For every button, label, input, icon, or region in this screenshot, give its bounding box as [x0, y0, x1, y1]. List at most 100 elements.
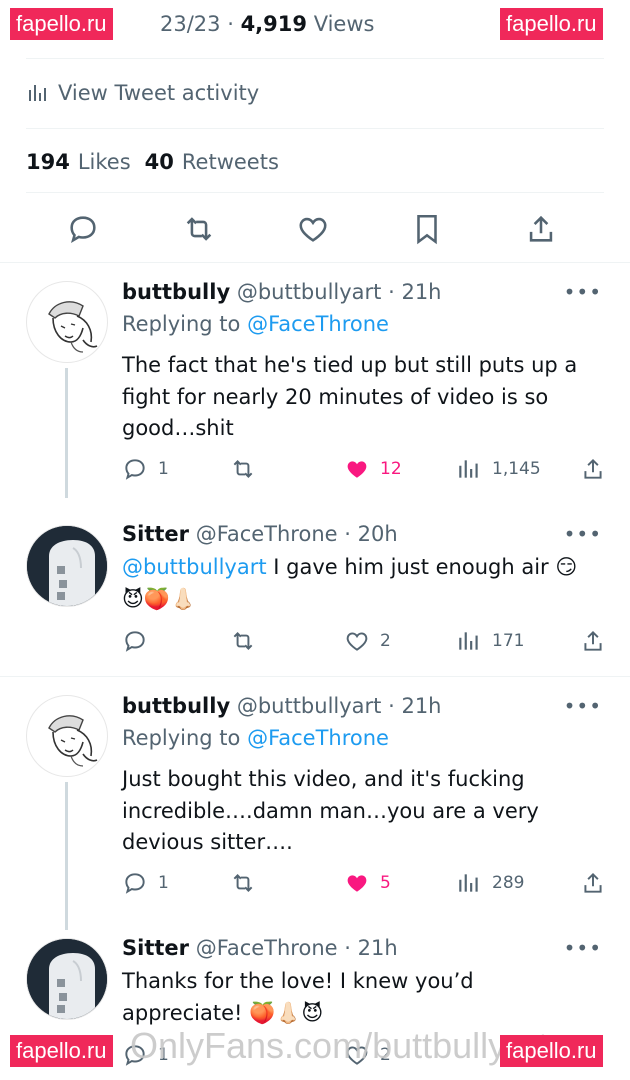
- handle[interactable]: @FaceThrone: [196, 936, 338, 960]
- heart-icon: [346, 632, 368, 651]
- avatar-image: [27, 939, 107, 1019]
- retweet-button[interactable]: [230, 626, 256, 656]
- like-count: 5: [380, 873, 391, 893]
- like-button[interactable]: 5: [344, 868, 391, 898]
- replying-label: Replying to: [122, 726, 241, 750]
- view-activity-label: View Tweet activity: [58, 81, 260, 105]
- timestamp[interactable]: · 21h: [344, 936, 397, 960]
- more-options-icon[interactable]: •••: [564, 522, 602, 546]
- like-button[interactable]: 2: [344, 626, 391, 656]
- watermark-bottom-left: fapello.ru: [10, 1035, 113, 1067]
- reply-button[interactable]: 1: [122, 454, 169, 484]
- analytics-icon: [29, 85, 46, 101]
- share-icon[interactable]: [524, 212, 558, 246]
- thread-connector: [65, 368, 68, 498]
- tweet-actions-bar: [0, 206, 630, 252]
- replying-label: Replying to: [122, 312, 241, 336]
- emoji-line: 😈🍑👃🏻: [122, 586, 197, 611]
- share-icon: [584, 630, 602, 651]
- share-button[interactable]: [580, 868, 606, 898]
- analytics-icon: [459, 874, 478, 892]
- view-tweet-activity-link[interactable]: View Tweet activity: [26, 76, 604, 110]
- share-icon: [584, 872, 602, 893]
- like-button[interactable]: 12: [344, 454, 402, 484]
- share-button[interactable]: [580, 626, 606, 656]
- reply-header: buttbully @buttbullyart · 21h: [122, 280, 590, 304]
- onlyfans-watermark: OnlyFans.com/buttbullyart: [130, 1025, 549, 1066]
- analytics-icon: [459, 460, 478, 478]
- views-button[interactable]: 289: [456, 868, 524, 898]
- views-count: 289: [492, 873, 525, 893]
- views-button[interactable]: 171: [456, 626, 524, 656]
- tweet-text: The fact that he's tied up but still put…: [122, 353, 578, 440]
- reply-icon[interactable]: [66, 212, 100, 246]
- avatar-image: [27, 526, 107, 606]
- tweet-text: @buttbullyart I gave him just enough air…: [122, 555, 578, 611]
- reply-icon: [125, 873, 145, 894]
- views-button[interactable]: 1,145: [456, 454, 541, 484]
- avatar[interactable]: [26, 281, 108, 363]
- reply-count: 1: [158, 459, 169, 479]
- avatar[interactable]: [26, 695, 108, 777]
- reply-button[interactable]: [122, 626, 148, 656]
- reply-actions: 2 171: [122, 626, 606, 656]
- mention[interactable]: @buttbullyart: [122, 555, 267, 579]
- like-count: 2: [380, 631, 391, 651]
- views-label: Views: [313, 12, 375, 36]
- likes-count[interactable]: 194: [26, 150, 70, 174]
- watermark-top-right: fapello.ru: [500, 8, 603, 40]
- retweet-button[interactable]: [230, 868, 256, 898]
- retweet-button[interactable]: [230, 454, 256, 484]
- views-count: 171: [492, 631, 525, 651]
- bookmark-icon[interactable]: [410, 212, 444, 246]
- retweet-icon: [233, 460, 253, 478]
- reply-icon: [125, 459, 145, 480]
- analytics-icon: [459, 632, 478, 650]
- thread-connector: [65, 782, 68, 930]
- retweets-label[interactable]: Retweets: [182, 150, 279, 174]
- reply-actions: 1 12 1,145: [122, 454, 606, 484]
- watermark-top-left: fapello.ru: [10, 8, 113, 40]
- reply-count: 1: [158, 873, 169, 893]
- like-icon[interactable]: [296, 212, 330, 246]
- reply-header: buttbully @buttbullyart · 21h: [122, 694, 590, 718]
- watermark-bottom-right: fapello.ru: [500, 1035, 603, 1067]
- views-count: 1,145: [492, 459, 541, 479]
- display-name[interactable]: buttbully: [122, 280, 230, 304]
- tweet-text: Just bought this video, and it's fucking…: [122, 767, 539, 854]
- likes-label[interactable]: Likes: [78, 150, 131, 174]
- replying-to-mention[interactable]: @FaceThrone: [247, 726, 389, 750]
- date-fragment: 23/23 ·: [160, 12, 234, 36]
- handle[interactable]: @buttbullyart: [237, 280, 382, 304]
- retweet-icon: [233, 632, 253, 650]
- handle[interactable]: @FaceThrone: [196, 522, 338, 546]
- views-count: 4,919: [240, 12, 307, 36]
- reply-header: Sitter @FaceThrone · 21h: [122, 936, 590, 960]
- sketch-avatar-image: [48, 301, 98, 353]
- retweets-count[interactable]: 40: [145, 150, 174, 174]
- avatar[interactable]: [26, 525, 108, 607]
- reply-button[interactable]: 1: [122, 868, 169, 898]
- tweet-text: Thanks for the love! I knew you’d apprec…: [122, 969, 474, 1025]
- retweet-icon[interactable]: [182, 212, 216, 246]
- share-button[interactable]: [580, 454, 606, 484]
- handle[interactable]: @buttbullyart: [237, 694, 382, 718]
- avatar[interactable]: [26, 938, 108, 1020]
- sketch-avatar-image: [48, 715, 98, 767]
- timestamp[interactable]: · 20h: [344, 522, 397, 546]
- display-name[interactable]: Sitter: [122, 936, 189, 960]
- liked-heart-icon: [347, 461, 367, 478]
- like-count: 12: [380, 459, 402, 479]
- timestamp[interactable]: · 21h: [388, 280, 441, 304]
- reply-header: Sitter @FaceThrone · 20h: [122, 522, 590, 546]
- timestamp[interactable]: · 21h: [388, 694, 441, 718]
- share-icon: [584, 458, 602, 479]
- replying-to-mention[interactable]: @FaceThrone: [247, 312, 389, 336]
- more-options-icon[interactable]: •••: [564, 694, 602, 718]
- display-name[interactable]: buttbully: [122, 694, 230, 718]
- more-options-icon[interactable]: •••: [564, 280, 602, 304]
- liked-heart-icon: [347, 875, 367, 892]
- display-name[interactable]: Sitter: [122, 522, 189, 546]
- more-options-icon[interactable]: •••: [564, 936, 602, 960]
- retweet-icon: [233, 874, 253, 892]
